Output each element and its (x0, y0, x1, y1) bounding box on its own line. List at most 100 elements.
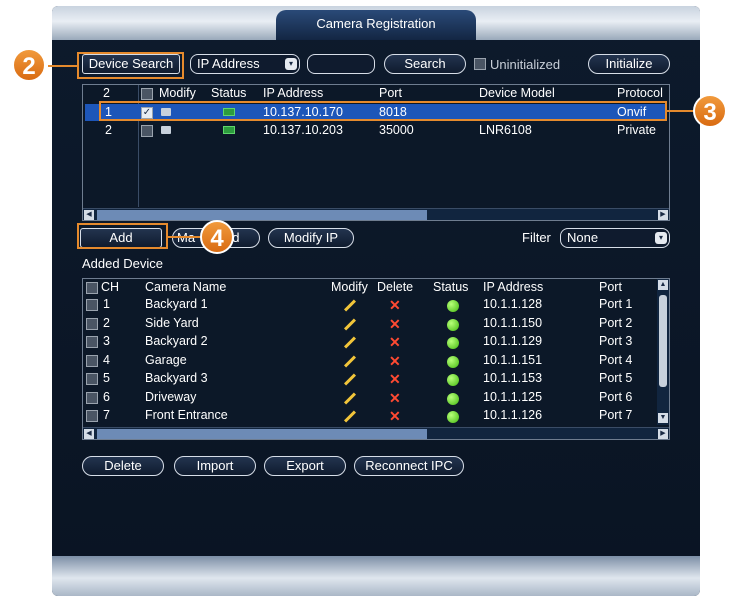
chevron-down-icon: ▾ (285, 58, 297, 70)
scroll-left-icon[interactable]: ◀ (84, 429, 94, 439)
callout-line-4 (168, 236, 202, 238)
modify-header: Modify (159, 86, 196, 100)
scroll-down-icon[interactable]: ▼ (658, 413, 668, 423)
row-ch: 6 (103, 389, 110, 404)
window-title: Camera Registration (276, 10, 476, 40)
step-badge-3: 3 (693, 94, 727, 128)
edit-pencil-icon[interactable] (343, 391, 357, 405)
scroll-thumb[interactable] (97, 429, 427, 439)
step-badge-2: 2 (12, 48, 46, 82)
callout-line-3 (667, 110, 695, 112)
row-checkbox[interactable] (86, 317, 98, 330)
delete-x-icon[interactable]: ✕ (389, 371, 401, 388)
scroll-up-icon[interactable]: ▲ (658, 280, 668, 290)
row-ch: 3 (103, 334, 110, 348)
select-all-added-checkbox[interactable] (86, 282, 98, 294)
row-port: Port 4 (599, 352, 633, 367)
delete-x-icon[interactable]: ✕ (389, 297, 401, 314)
row-ch: 7 (103, 408, 110, 422)
protocol-header: Protocol (617, 86, 663, 100)
row-protocol: Private (617, 123, 656, 137)
delete-x-icon[interactable]: ✕ (389, 408, 401, 425)
filter-label: Filter (522, 230, 551, 245)
ip-address-header: IP Address (263, 86, 324, 100)
status-online-icon (447, 300, 459, 312)
reconnect-ipc-button[interactable]: Reconnect IPC (354, 456, 464, 476)
edit-pencil-icon[interactable] (343, 373, 357, 386)
delete-x-icon[interactable]: ✕ (389, 316, 401, 333)
add-callout-box (77, 223, 168, 249)
row-ch: 4 (103, 352, 110, 367)
modify-ip-button[interactable]: Modify IP (268, 228, 354, 248)
edit-pencil-icon[interactable] (343, 299, 357, 312)
delete-x-icon[interactable]: ✕ (389, 334, 401, 351)
row-ip: 10.1.1.150 (483, 315, 543, 330)
added-device-table: CH Camera Name Modify Delete Status IP A… (82, 278, 670, 440)
status-header: Status (433, 280, 469, 294)
row-checkbox[interactable] (86, 336, 98, 348)
row-checkbox[interactable] (86, 354, 98, 367)
status-header: Status (211, 86, 247, 100)
device-row-callout-box (99, 101, 667, 121)
row-checkbox[interactable] (86, 373, 98, 385)
row-checkbox[interactable] (141, 125, 153, 137)
delete-button[interactable]: Delete (82, 456, 164, 476)
edit-pencil-icon[interactable] (343, 410, 357, 423)
modify-device-icon[interactable] (161, 126, 171, 134)
delete-x-icon[interactable]: ✕ (389, 353, 401, 370)
ip-address-header: IP Address (483, 280, 544, 294)
edit-pencil-icon[interactable] (343, 317, 357, 331)
added-horizontal-scrollbar[interactable]: ◀ ▶ (83, 427, 669, 439)
scroll-thumb[interactable] (97, 210, 427, 220)
edit-pencil-icon[interactable] (343, 354, 357, 368)
scroll-right-icon[interactable]: ▶ (658, 429, 668, 439)
row-camera-name: Front Entrance (145, 408, 228, 422)
status-online-icon (447, 374, 459, 386)
row-checkbox[interactable] (86, 391, 98, 404)
results-horizontal-scrollbar[interactable]: ◀ ▶ (83, 208, 669, 220)
select-all-results-checkbox[interactable] (141, 88, 153, 100)
edit-pencil-icon[interactable] (343, 336, 357, 349)
row-ip: 10.1.1.126 (483, 408, 543, 422)
status-online-icon (447, 337, 459, 349)
row-port: Port 2 (599, 315, 633, 330)
delete-x-icon[interactable]: ✕ (389, 390, 401, 407)
row-port: 35000 (379, 123, 414, 137)
window-bottom-bar (52, 556, 700, 596)
scroll-thumb[interactable] (659, 295, 667, 387)
row-checkbox[interactable] (86, 299, 98, 311)
result-count-header: 2 (103, 86, 110, 100)
device-model-header: Device Model (479, 86, 555, 100)
row-ip: 10.1.1.151 (483, 352, 543, 367)
status-online-icon (447, 392, 459, 405)
row-ip: 10.1.1.153 (483, 371, 543, 385)
search-type-select[interactable]: IP Address ▾ (190, 54, 300, 74)
row-ch: 2 (103, 315, 110, 330)
search-button[interactable]: Search (384, 54, 466, 74)
row-port: Port 7 (599, 408, 633, 422)
step-badge-4: 4 (200, 220, 234, 254)
camera-registration-window: Camera Registration Device Search IP Add… (52, 6, 700, 596)
filter-value: None (567, 230, 599, 245)
row-camera-name: Backyard 2 (145, 334, 208, 348)
status-online-icon (447, 318, 459, 331)
camera-name-header: Camera Name (145, 280, 227, 294)
row-ip: 10.1.1.125 (483, 389, 543, 404)
row-checkbox[interactable] (86, 410, 98, 422)
added-vertical-scrollbar[interactable]: ▲ ▼ (657, 279, 669, 425)
delete-header: Delete (377, 280, 414, 294)
scroll-left-icon[interactable]: ◀ (84, 210, 94, 220)
filter-select[interactable]: None ▾ (560, 228, 670, 248)
row-ch: 1 (103, 297, 110, 311)
scroll-right-icon[interactable]: ▶ (658, 210, 668, 220)
import-button[interactable]: Import (174, 456, 256, 476)
search-type-value: IP Address (197, 56, 260, 71)
uninitialized-checkbox[interactable] (474, 58, 486, 70)
export-button[interactable]: Export (264, 456, 346, 476)
status-online-icon (447, 411, 459, 423)
row-model: LNR6108 (479, 123, 532, 137)
row-number: 2 (105, 123, 112, 137)
initialize-button[interactable]: Initialize (588, 54, 670, 74)
row-port: Port 6 (599, 389, 633, 404)
search-input[interactable] (307, 54, 375, 74)
